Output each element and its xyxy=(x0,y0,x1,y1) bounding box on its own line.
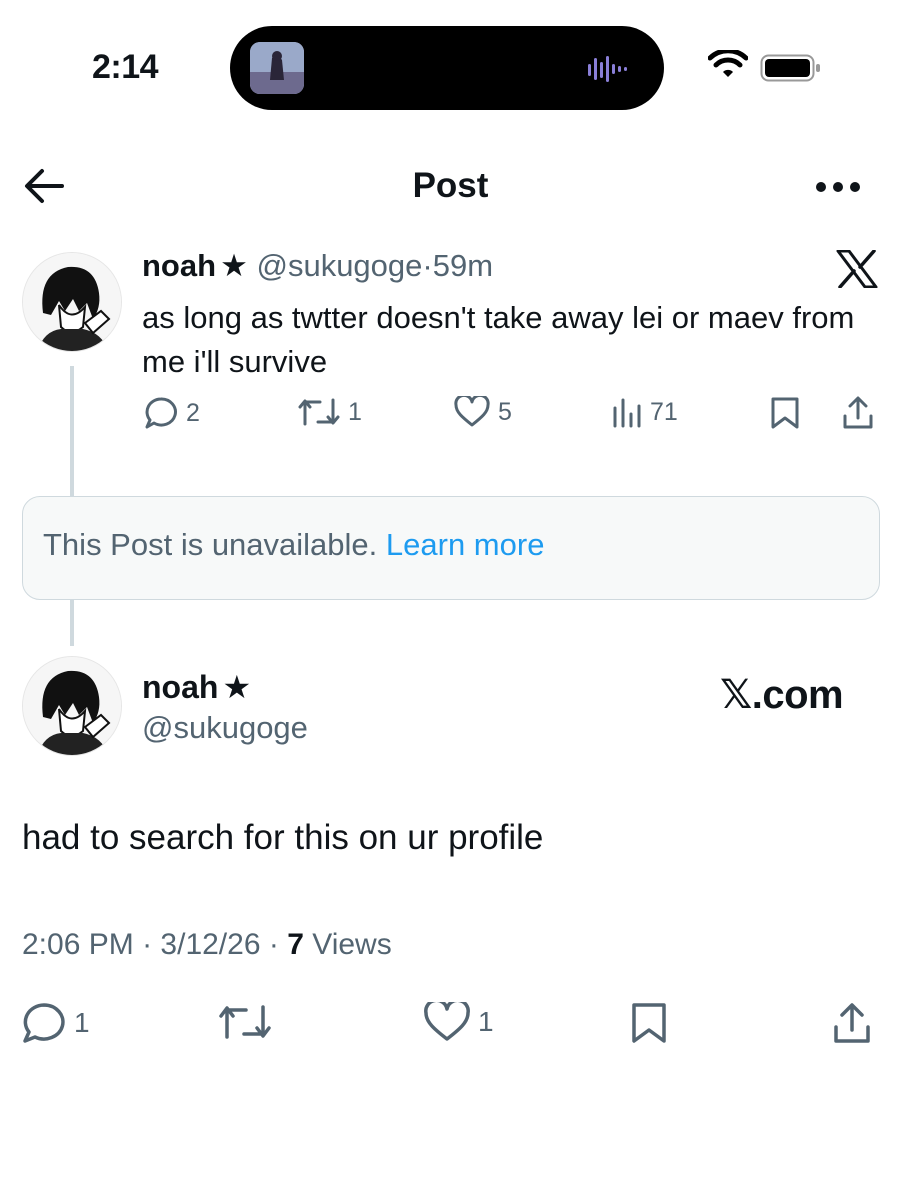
display-name-row[interactable]: noah ★ xyxy=(142,668,251,706)
bookmark-button[interactable] xyxy=(630,1002,668,1044)
quoted-post-actions: 2 1 5 71 xyxy=(0,396,901,436)
page-title: Post xyxy=(412,166,489,205)
post-time: 2:06 PM xyxy=(22,928,134,961)
share-icon xyxy=(843,396,873,429)
views-count: 71 xyxy=(650,397,678,426)
time-ago[interactable]: 59m xyxy=(433,248,493,283)
wifi-icon xyxy=(707,48,749,85)
views-count[interactable]: 7 xyxy=(287,928,304,961)
separator-dot: · xyxy=(268,928,279,961)
handle[interactable]: @sukugoge xyxy=(256,248,422,283)
repost-count: 1 xyxy=(348,397,362,426)
views-button[interactable]: 71 xyxy=(612,396,678,428)
learn-more-link[interactable]: Learn more xyxy=(386,527,545,562)
reply-count: 1 xyxy=(74,1007,90,1038)
reply-button[interactable]: 2 xyxy=(144,396,200,430)
repost-icon xyxy=(298,398,340,426)
thread-line xyxy=(70,600,74,646)
separator-dot: · xyxy=(142,928,153,961)
views-chart-icon xyxy=(613,398,641,428)
like-count: 1 xyxy=(478,1006,494,1037)
avatar[interactable] xyxy=(22,656,122,756)
main-post-actions: 1 1 xyxy=(0,1002,901,1046)
views-label[interactable]: Views xyxy=(312,928,391,961)
reply-count: 2 xyxy=(186,398,200,427)
status-time: 2:14 xyxy=(92,48,159,86)
quoted-post-header: noah ★ @sukugoge·59m xyxy=(142,248,493,284)
star-badge: ★ xyxy=(220,248,248,283)
avatar[interactable] xyxy=(22,252,122,352)
bookmark-icon xyxy=(632,1003,666,1043)
battery-icon xyxy=(760,54,822,87)
unavailable-post-card: This Post is unavailable. Learn more xyxy=(22,496,880,600)
x-logo-icon xyxy=(836,249,878,293)
share-icon xyxy=(834,1003,870,1043)
share-button[interactable] xyxy=(832,1002,872,1044)
repost-button[interactable]: 1 xyxy=(298,396,362,428)
now-playing-artwork xyxy=(250,42,304,94)
repost-button[interactable] xyxy=(218,1002,272,1042)
heart-icon xyxy=(454,396,490,427)
unavailable-message: This Post is unavailable. xyxy=(43,527,378,562)
x-com-watermark: 𝕏.com xyxy=(720,673,844,717)
post-metadata: 2:06 PM · 3/12/26 · 7 Views xyxy=(22,928,392,962)
like-button[interactable]: 1 xyxy=(424,1002,494,1042)
share-button[interactable] xyxy=(842,396,874,430)
post-date: 3/12/26 xyxy=(160,928,261,961)
handle[interactable]: @sukugoge xyxy=(142,710,308,746)
unavailable-message-row: This Post is unavailable. Learn more xyxy=(43,527,544,563)
reply-icon xyxy=(23,1003,65,1043)
like-count: 5 xyxy=(498,397,512,426)
separator-dot: · xyxy=(422,248,433,283)
reply-icon xyxy=(145,397,177,429)
dynamic-island[interactable] xyxy=(230,26,664,110)
reply-button[interactable]: 1 xyxy=(22,1002,90,1044)
bookmark-icon xyxy=(771,397,799,429)
display-name: noah xyxy=(142,669,219,705)
heart-icon xyxy=(424,1002,470,1041)
star-badge: ★ xyxy=(222,669,252,705)
bookmark-button[interactable] xyxy=(770,396,800,430)
audio-waveform-icon xyxy=(588,56,628,87)
more-dots-icon[interactable] xyxy=(815,180,861,198)
post-text: as long as twtter doesn't take away lei … xyxy=(142,300,855,379)
display-name[interactable]: noah xyxy=(142,248,216,283)
post-text: had to search for this on ur profile xyxy=(22,818,544,857)
like-button[interactable]: 5 xyxy=(454,396,512,428)
repost-icon xyxy=(219,1005,271,1039)
